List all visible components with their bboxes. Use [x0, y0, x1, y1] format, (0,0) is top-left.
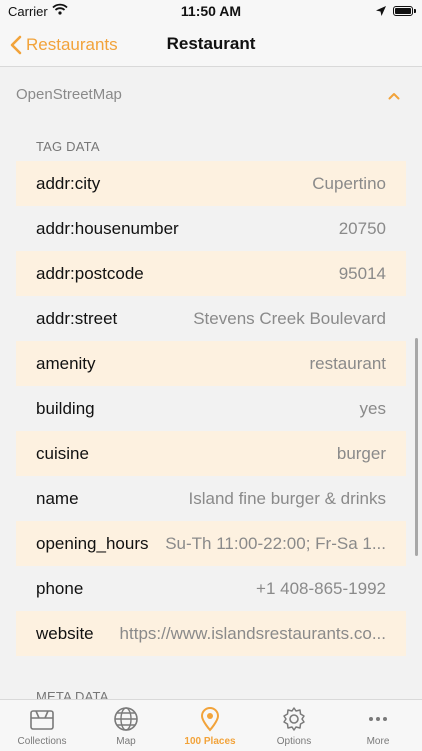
tab-label: Map — [116, 736, 136, 747]
tab-label: More — [366, 736, 390, 747]
table-row[interactable]: phone +1 408-865-1992 — [16, 566, 406, 611]
battery-icon — [393, 6, 416, 16]
table-row[interactable]: building yes — [16, 386, 406, 431]
section-title: OpenStreetMap — [16, 85, 122, 103]
tag-value: +1 408-865-1992 — [256, 578, 386, 598]
tag-key: phone — [36, 578, 84, 598]
page-title: Restaurant — [166, 34, 256, 53]
status-time: 11:50 AM — [180, 3, 242, 19]
status-bar: Carrier 11:50 AM — [0, 0, 422, 24]
tag-value: 20750 — [338, 218, 386, 238]
tag-key: name — [36, 488, 79, 508]
tab-100-places[interactable]: 100 Places — [168, 700, 252, 751]
chevron-up-icon[interactable] — [388, 87, 400, 105]
tab-label: Options — [276, 736, 312, 747]
tag-value: https://www.islandsrestaurants.co... — [119, 623, 386, 643]
tag-key: addr:postcode — [36, 263, 144, 283]
openstreetmap-section-header[interactable]: OpenStreetMap — [0, 67, 422, 121]
tag-key: building — [36, 398, 95, 418]
tag-value: Stevens Creek Boulevard — [193, 308, 386, 328]
tab-more[interactable]: More — [336, 700, 420, 751]
tag-value: yes — [359, 398, 386, 418]
tab-options[interactable]: Options — [252, 700, 336, 751]
tag-key: amenity — [36, 353, 96, 373]
tag-value: 95014 — [338, 263, 386, 283]
tag-value: Island fine burger & drinks — [188, 488, 387, 508]
location-arrow-icon — [376, 4, 386, 19]
table-row[interactable]: cuisine burger — [16, 431, 406, 476]
table-row[interactable]: addr:street Stevens Creek Boulevard — [16, 296, 406, 341]
tag-data-list: addr:city Cupertino addr:housenumber 20750 a… — [16, 161, 406, 656]
navigation-bar: Restaurants Restaurant — [0, 24, 422, 67]
collections-icon — [29, 706, 55, 732]
table-row[interactable]: amenity restaurant — [16, 341, 406, 386]
tag-key: addr:city — [36, 173, 101, 193]
tag-value: restaurant — [309, 353, 386, 373]
tag-value: burger — [336, 443, 386, 463]
table-row[interactable]: name Island fine burger & drinks — [16, 476, 406, 521]
table-row[interactable]: addr:city Cupertino — [16, 161, 406, 206]
location-pin-icon — [197, 706, 223, 732]
tab-bar: Collections Map 100 Places Options More — [0, 699, 422, 751]
globe-icon — [113, 706, 139, 732]
tab-map[interactable]: Map — [84, 700, 168, 751]
table-row[interactable]: website https://www.islandsrestaurants.co… — [16, 611, 406, 656]
tab-collections[interactable]: Collections — [0, 700, 84, 751]
tag-key: website — [36, 623, 94, 643]
scroll-indicator[interactable] — [415, 338, 418, 556]
tag-key: addr:street — [36, 308, 118, 328]
tag-key: addr:housenumber — [36, 218, 179, 238]
tag-value: Cupertino — [312, 173, 386, 193]
tab-label: 100 Places — [184, 736, 236, 747]
tag-data-label: TAG DATA — [36, 139, 100, 154]
gear-icon — [281, 706, 307, 732]
table-row[interactable]: addr:postcode 95014 — [16, 251, 406, 296]
tag-key: cuisine — [36, 443, 89, 463]
tag-value: Su-Th 11:00-22:00; Fr-Sa 1... — [165, 533, 386, 553]
tag-key: opening_hours — [36, 533, 149, 553]
table-row[interactable]: opening_hours Su-Th 11:00-22:00; Fr-Sa 1.… — [16, 521, 406, 566]
more-dots-icon — [365, 706, 391, 732]
tab-label: Collections — [17, 736, 67, 747]
table-row[interactable]: addr:housenumber 20750 — [16, 206, 406, 251]
